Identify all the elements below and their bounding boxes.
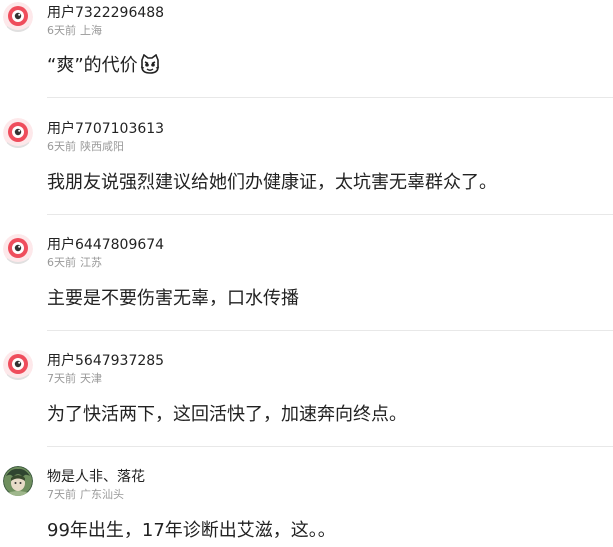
comment-text: “爽”的代价 (47, 55, 138, 76)
avatar[interactable] (3, 350, 33, 380)
comment-location: 天津 (80, 372, 102, 385)
comment-time: 7天前 (47, 372, 76, 385)
default-avatar-icon (3, 118, 33, 148)
comment-subline: 7天前 天津 (47, 372, 164, 386)
avatar[interactable] (3, 234, 33, 264)
comment-list: 用户7322296488 6天前 上海 “爽”的代价 用户7707103613 … (0, 0, 613, 547)
default-avatar-icon (3, 2, 33, 32)
comment-subline: 6天前 江苏 (47, 256, 164, 270)
comment-time: 6天前 (47, 140, 76, 153)
comment-subline: 6天前 上海 (47, 24, 164, 38)
comment-content: 我朋友说强烈建议给她们办健康证，太坑害无辜群众了。 (47, 170, 497, 196)
comment-content: 主要是不要伤害无辜，口水传播 (47, 286, 299, 312)
comment-meta: 用户5647937285 7天前 天津 (47, 352, 164, 386)
comment-content: “爽”的代价 (47, 53, 160, 82)
comment-content: 为了快活两下，这回活快了，加速奔向终点。 (47, 402, 407, 428)
avatar[interactable] (3, 2, 33, 32)
comment-subline: 7天前 广东汕头 (47, 488, 145, 502)
cat-face-emoji-icon (140, 53, 160, 82)
comment-location: 上海 (80, 24, 102, 37)
username[interactable]: 用户7707103613 (47, 120, 164, 138)
default-avatar-icon (3, 350, 33, 380)
username[interactable]: 用户5647937285 (47, 352, 164, 370)
comment-location: 广东汕头 (80, 488, 124, 501)
comment-meta: 用户7707103613 6天前 陕西咸阳 (47, 120, 164, 154)
divider (47, 446, 613, 447)
comment-text: 主要是不要伤害无辜，口水传播 (47, 288, 299, 309)
comment-meta: 用户6447809674 6天前 江苏 (47, 236, 164, 270)
comment-text: 为了快活两下，这回活快了，加速奔向终点。 (47, 404, 407, 425)
username[interactable]: 物是人非、落花 (47, 468, 145, 486)
divider (47, 330, 613, 331)
comment-text: 我朋友说强烈建议给她们办健康证，太坑害无辜群众了。 (47, 172, 497, 193)
comment-location: 陕西咸阳 (80, 140, 124, 153)
comment-time: 6天前 (47, 24, 76, 37)
username[interactable]: 用户7322296488 (47, 4, 164, 22)
username[interactable]: 用户6447809674 (47, 236, 164, 254)
comment-meta: 用户7322296488 6天前 上海 (47, 4, 164, 38)
comment-text: 99年出生，17年诊断出艾滋，这。。 (47, 520, 336, 541)
comment-time: 6天前 (47, 256, 76, 269)
user-photo-avatar-icon (3, 466, 33, 496)
comment-meta: 物是人非、落花 7天前 广东汕头 (47, 468, 145, 502)
divider (47, 97, 613, 98)
default-avatar-icon (3, 234, 33, 264)
comment-content: 99年出生，17年诊断出艾滋，这。。 (47, 518, 336, 544)
comment-location: 江苏 (80, 256, 102, 269)
comment-time: 7天前 (47, 488, 76, 501)
avatar[interactable] (3, 118, 33, 148)
avatar[interactable] (3, 466, 33, 496)
comment-subline: 6天前 陕西咸阳 (47, 140, 164, 154)
divider (47, 214, 613, 215)
